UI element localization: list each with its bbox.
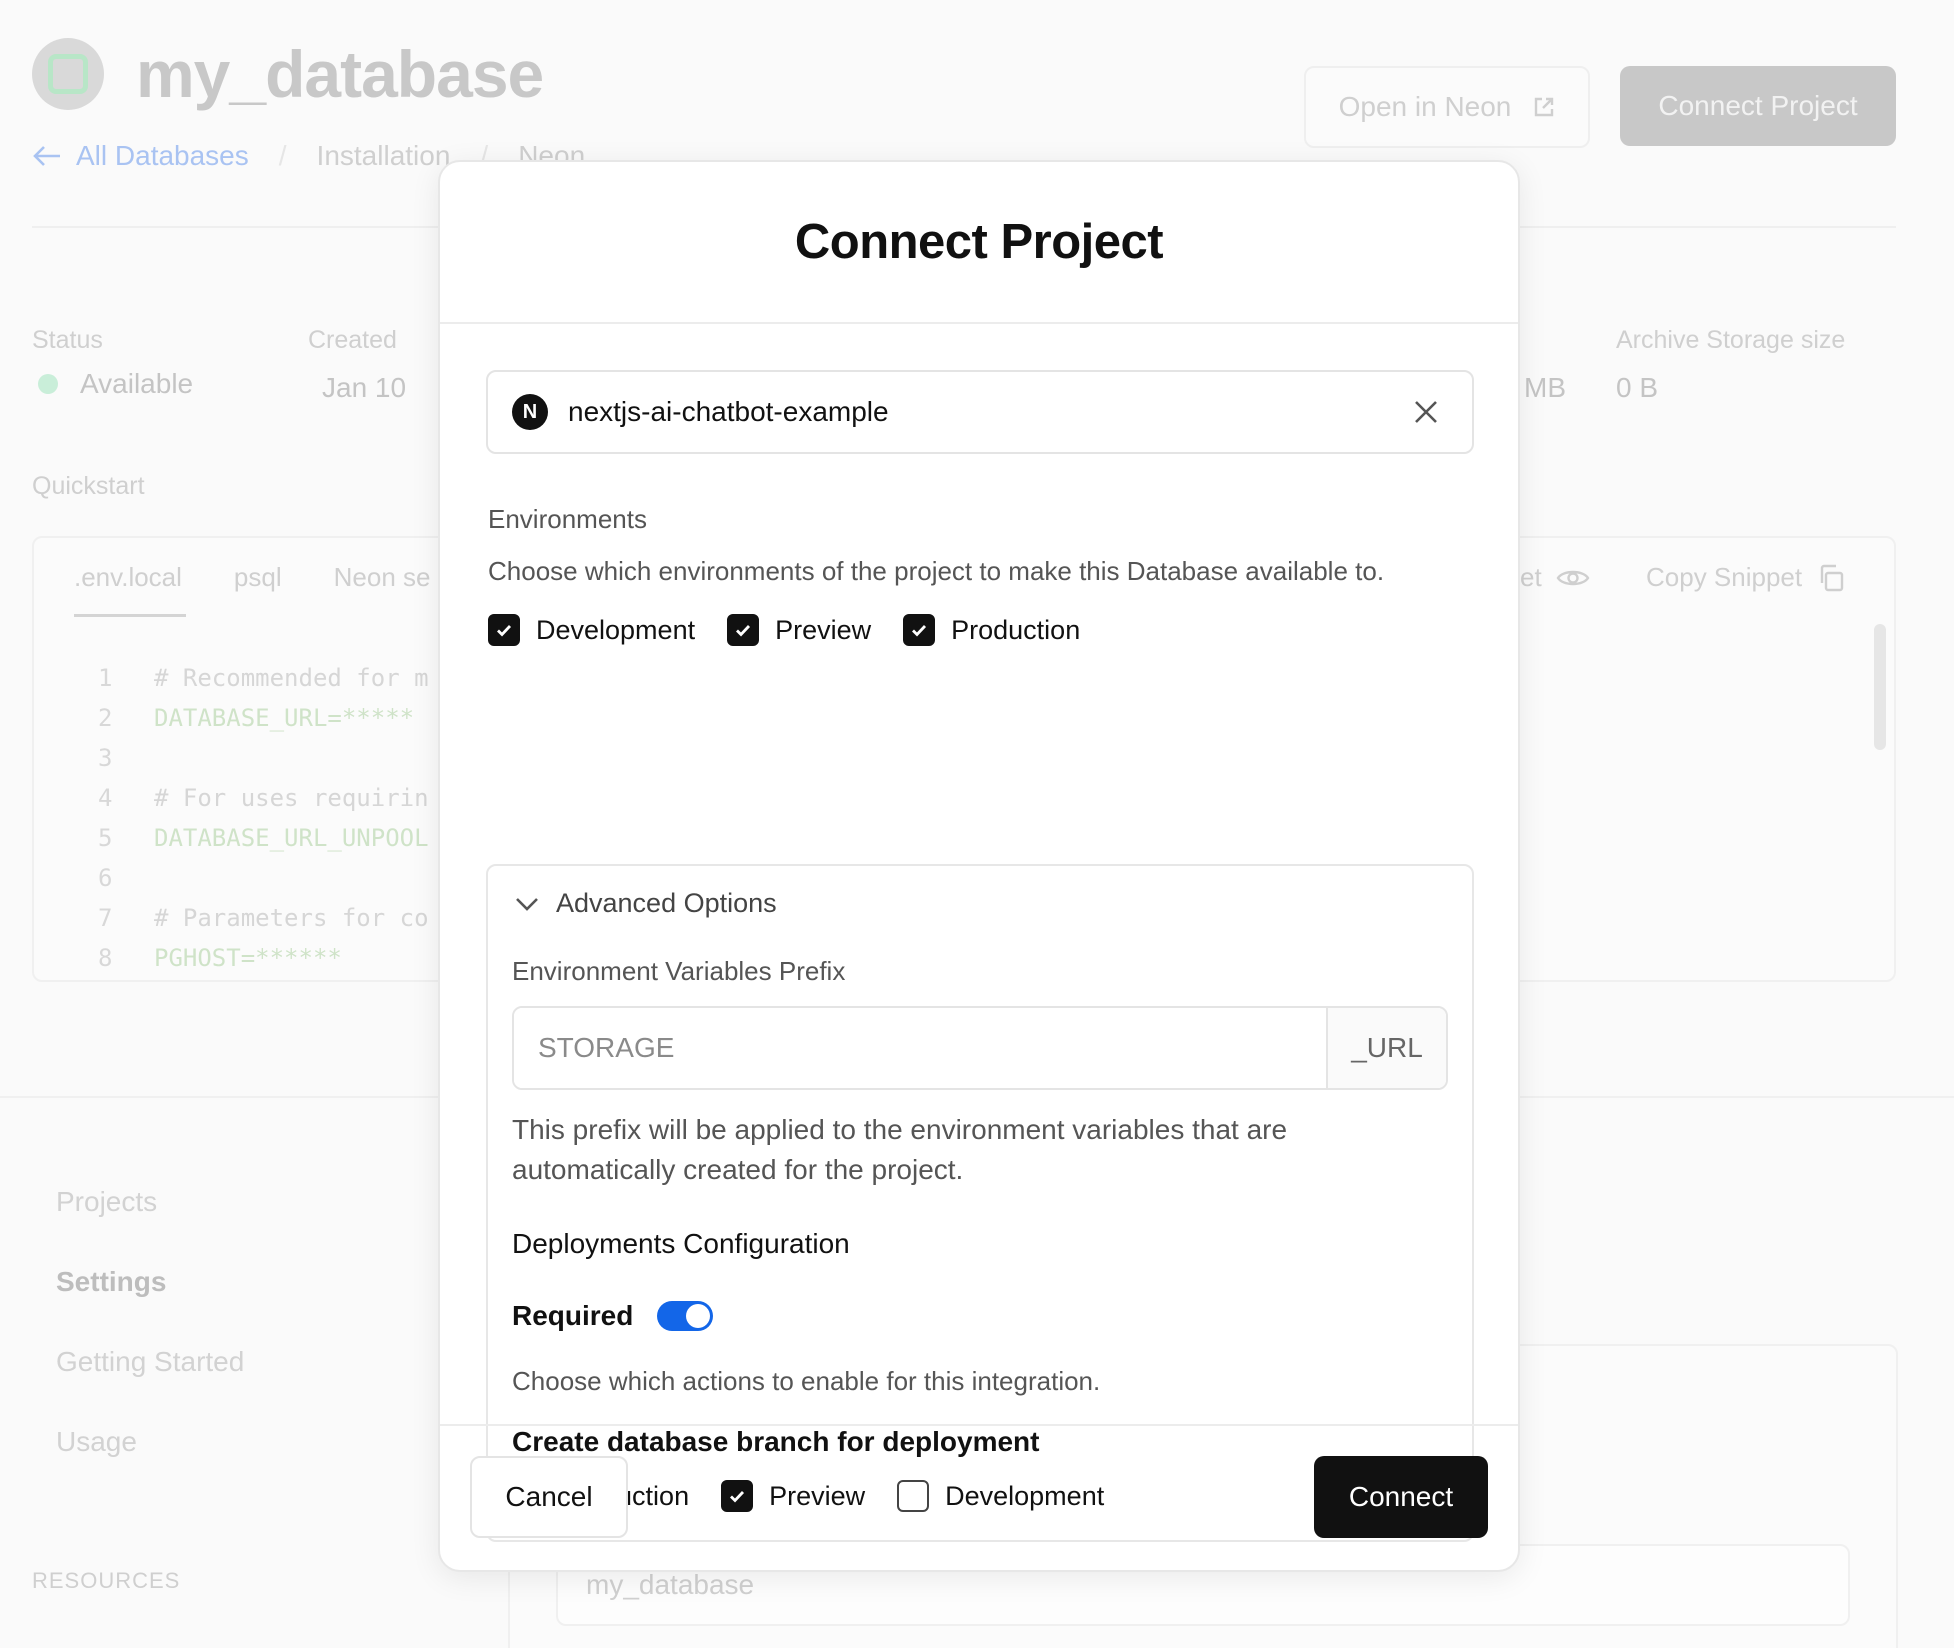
code-line-text: # For uses requirin xyxy=(154,784,429,812)
sidebar-item-settings[interactable]: Settings xyxy=(56,1266,166,1298)
prefix-help-line-2: automatically created for the project. xyxy=(512,1154,964,1185)
status-value: Available xyxy=(80,368,194,399)
nextjs-logo-icon: N xyxy=(512,394,548,430)
prefix-input[interactable] xyxy=(514,1008,1326,1088)
code-line-number: 8 xyxy=(98,944,113,972)
code-line-text: # Recommended for m xyxy=(154,664,429,692)
sidebar-item-usage[interactable]: Usage xyxy=(56,1426,137,1458)
breadcrumb-separator: / xyxy=(278,140,287,171)
checkmark-icon xyxy=(497,625,512,637)
checkmark-icon xyxy=(736,625,751,637)
selected-project-field[interactable]: N nextjs-ai-chatbot-example xyxy=(486,370,1474,454)
external-link-icon xyxy=(1535,97,1554,117)
neon-logo-icon xyxy=(32,38,104,110)
required-toggle[interactable] xyxy=(657,1301,714,1331)
code-line-number: 2 xyxy=(98,704,113,732)
deployments-heading: Deployments Configuration xyxy=(512,1228,850,1259)
active-tab-indicator xyxy=(74,614,186,617)
code-line-number: 6 xyxy=(98,864,113,892)
status-dot-icon xyxy=(38,374,58,394)
open-in-neon-label: Open in Neon xyxy=(1338,91,1512,122)
code-line-text: PGHOST=****** xyxy=(154,944,342,972)
archive-storage-label: Archive Storage size xyxy=(1616,326,1846,354)
storage-value-partial: MB xyxy=(1524,372,1566,403)
snippet-tabs: .env.local psql Neon se xyxy=(74,562,430,593)
tab-env-local[interactable]: .env.local xyxy=(74,562,182,593)
code-line-text: # Parameters for co xyxy=(154,904,429,932)
dialog-body: N nextjs-ai-chatbot-example Environments… xyxy=(440,324,1518,1542)
database-title: my_database xyxy=(136,37,544,111)
connect-project-dialog: Connect Project N nextjs-ai-chatbot-exam… xyxy=(438,160,1520,1572)
checkbox-label: Preview xyxy=(775,614,872,645)
code-line-number: 7 xyxy=(98,904,113,932)
prefix-help-line-1: This prefix will be applied to the envir… xyxy=(512,1114,1288,1145)
copy-snippet-label: Copy Snippet xyxy=(1646,562,1803,592)
prefix-input-group: _URL xyxy=(512,1006,1448,1090)
status-label: Status xyxy=(32,326,103,354)
connect-project-button[interactable]: Connect Project xyxy=(1620,66,1896,146)
required-label: Required xyxy=(512,1300,634,1331)
copy-icon xyxy=(1820,564,1844,591)
snippet-scrollbar[interactable] xyxy=(1874,624,1886,750)
chevron-down-icon xyxy=(516,897,538,911)
breadcrumb-installation[interactable]: Installation xyxy=(317,140,451,172)
tab-neon-serverless[interactable]: Neon se xyxy=(334,562,431,593)
environments-description: Choose which environments of the project… xyxy=(488,556,1385,586)
env-preview-checkbox[interactable]: Preview xyxy=(727,614,871,646)
created-value: Jan 10 xyxy=(322,372,407,403)
quickstart-title: Quickstart xyxy=(32,472,145,500)
checkmark-icon xyxy=(912,625,927,637)
code-line-number: 3 xyxy=(98,744,113,772)
archive-storage-value: 0 B xyxy=(1616,372,1659,403)
code-line-text: DATABASE_URL=***** xyxy=(154,704,415,732)
checkbox-label: Development xyxy=(536,614,696,645)
show-secret-toggle[interactable]: et xyxy=(1520,562,1590,593)
checkbox-box[interactable] xyxy=(488,614,520,646)
required-toggle-row: Required xyxy=(512,1300,714,1332)
back-link[interactable]: All Databases xyxy=(32,140,249,172)
close-icon[interactable] xyxy=(1406,392,1446,432)
checkbox-box[interactable] xyxy=(727,614,760,646)
dialog-footer: Cancel Connect xyxy=(440,1424,1518,1570)
environments-checkbox-group: Development Preview Production xyxy=(488,614,1112,646)
eye-icon xyxy=(1556,570,1590,585)
sidebar-item-getting-started[interactable]: Getting Started xyxy=(56,1346,244,1378)
checkbox-label: Production xyxy=(951,614,1081,645)
dialog-header: Connect Project xyxy=(440,162,1518,324)
environments-label: Environments xyxy=(488,504,647,534)
created-label: Created xyxy=(308,326,397,354)
connect-button[interactable]: Connect xyxy=(1314,1456,1488,1538)
advanced-options-toggle[interactable]: Advanced Options xyxy=(514,888,777,919)
all-databases-link[interactable]: All Databases xyxy=(76,140,249,172)
code-line-number: 5 xyxy=(98,824,113,852)
open-in-neon-button[interactable]: Open in Neon xyxy=(1304,66,1590,148)
cancel-button[interactable]: Cancel xyxy=(470,1456,628,1538)
code-line-number: 1 xyxy=(98,664,113,692)
arrow-left-icon xyxy=(33,146,60,166)
dialog-title: Connect Project xyxy=(794,215,1164,269)
code-line-text: DATABASE_URL_UNPOOL xyxy=(154,824,429,852)
tab-psql[interactable]: psql xyxy=(234,562,282,593)
toggle-knob xyxy=(686,1304,711,1328)
prefix-label: Environment Variables Prefix xyxy=(512,956,846,986)
env-production-checkbox[interactable]: Production xyxy=(903,614,1080,646)
project-name: nextjs-ai-chatbot-example xyxy=(568,396,889,427)
checkbox-box[interactable] xyxy=(903,614,936,646)
advanced-options-label: Advanced Options xyxy=(556,888,777,918)
code-line-number: 4 xyxy=(98,784,113,812)
prefix-suffix: _URL xyxy=(1326,1008,1446,1088)
sidebar-item-projects[interactable]: Projects xyxy=(56,1186,157,1218)
resources-heading: RESOURCES xyxy=(32,1568,181,1593)
env-development-checkbox[interactable]: Development xyxy=(488,614,695,646)
show-secret-label: et xyxy=(1520,562,1542,592)
actions-description: Choose which actions to enable for this … xyxy=(512,1366,1101,1396)
copy-snippet-button[interactable]: Copy Snippet xyxy=(1646,562,1846,593)
